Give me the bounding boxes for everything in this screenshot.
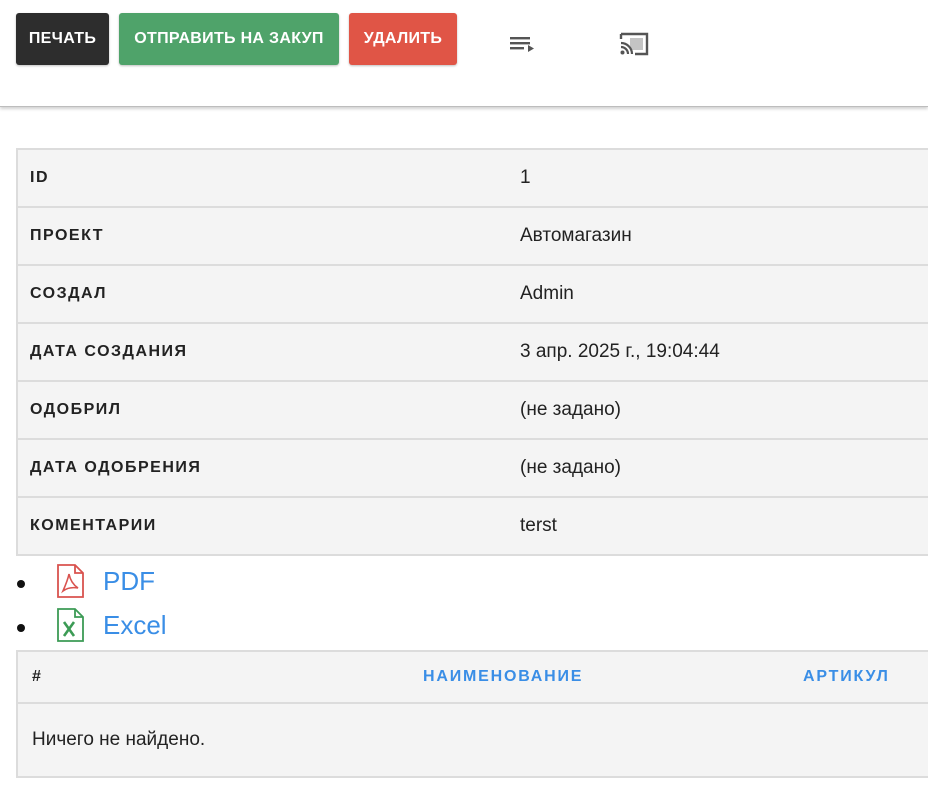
detail-label: ПРОЕКТ — [30, 227, 105, 244]
detail-label: ДАТА ОДОБРЕНИЯ — [30, 459, 202, 476]
bullet — [17, 624, 25, 632]
detail-value: terst — [520, 515, 557, 536]
detail-label: ID — [30, 169, 49, 186]
detail-row-approved-by: ОДОБРИЛ (не задано) — [17, 381, 928, 439]
send-to-purchase-button[interactable]: ОТПРАВИТЬ НА ЗАКУП — [119, 13, 339, 65]
empty-message: Ничего не найдено. — [32, 729, 206, 750]
pdf-export-link[interactable]: PDF — [103, 566, 155, 597]
column-header-name[interactable]: НАИМЕНОВАНИЕ — [393, 651, 802, 703]
detail-row-project: ПРОЕКТ Автомагазин — [17, 207, 928, 265]
pdf-file-icon[interactable] — [54, 564, 86, 598]
detail-label: ДАТА СОЗДАНИЯ — [30, 343, 188, 360]
detail-row-created-by: СОЗДАЛ Admin — [17, 265, 928, 323]
print-button[interactable]: ПЕЧАТЬ — [16, 13, 109, 65]
detail-value: 3 апр. 2025 г., 19:04:44 — [520, 341, 720, 362]
detail-label: ОДОБРИЛ — [30, 401, 122, 418]
table-row: Ничего не найдено. — [17, 703, 928, 777]
playlist-icon[interactable] — [507, 30, 539, 58]
items-table: # НАИМЕНОВАНИЕ АРТИКУЛ Ничего не найдено… — [16, 650, 928, 778]
excel-export-link[interactable]: Excel — [103, 610, 167, 641]
bullet — [17, 580, 25, 588]
detail-row-id: ID 1 — [17, 149, 928, 207]
detail-value: (не задано) — [520, 399, 621, 420]
request-details-table: ID 1 ПРОЕКТ Автомагазин СОЗДАЛ Admin ДАТ… — [16, 148, 928, 556]
detail-value: Admin — [520, 283, 574, 304]
detail-row-created-date: ДАТА СОЗДАНИЯ 3 апр. 2025 г., 19:04:44 — [17, 323, 928, 381]
table-header-row: # НАИМЕНОВАНИЕ АРТИКУЛ — [17, 651, 928, 703]
detail-row-comments: КОМЕНТАРИИ terst — [17, 497, 928, 555]
detail-value: Автомагазин — [520, 225, 632, 246]
detail-value: 1 — [520, 167, 531, 188]
cast-icon[interactable] — [618, 30, 650, 58]
detail-label: СОЗДАЛ — [30, 285, 107, 302]
column-header-article[interactable]: АРТИКУЛ — [802, 651, 928, 703]
excel-file-icon[interactable] — [54, 608, 86, 642]
toolbar: ПЕЧАТЬ ОТПРАВИТЬ НА ЗАКУП УДАЛИТЬ — [0, 0, 928, 107]
delete-button[interactable]: УДАЛИТЬ — [349, 13, 457, 65]
detail-value: (не задано) — [520, 457, 621, 478]
detail-row-approved-date: ДАТА ОДОБРЕНИЯ (не задано) — [17, 439, 928, 497]
detail-label: КОМЕНТАРИИ — [30, 517, 157, 534]
column-header-number: # — [32, 668, 43, 685]
